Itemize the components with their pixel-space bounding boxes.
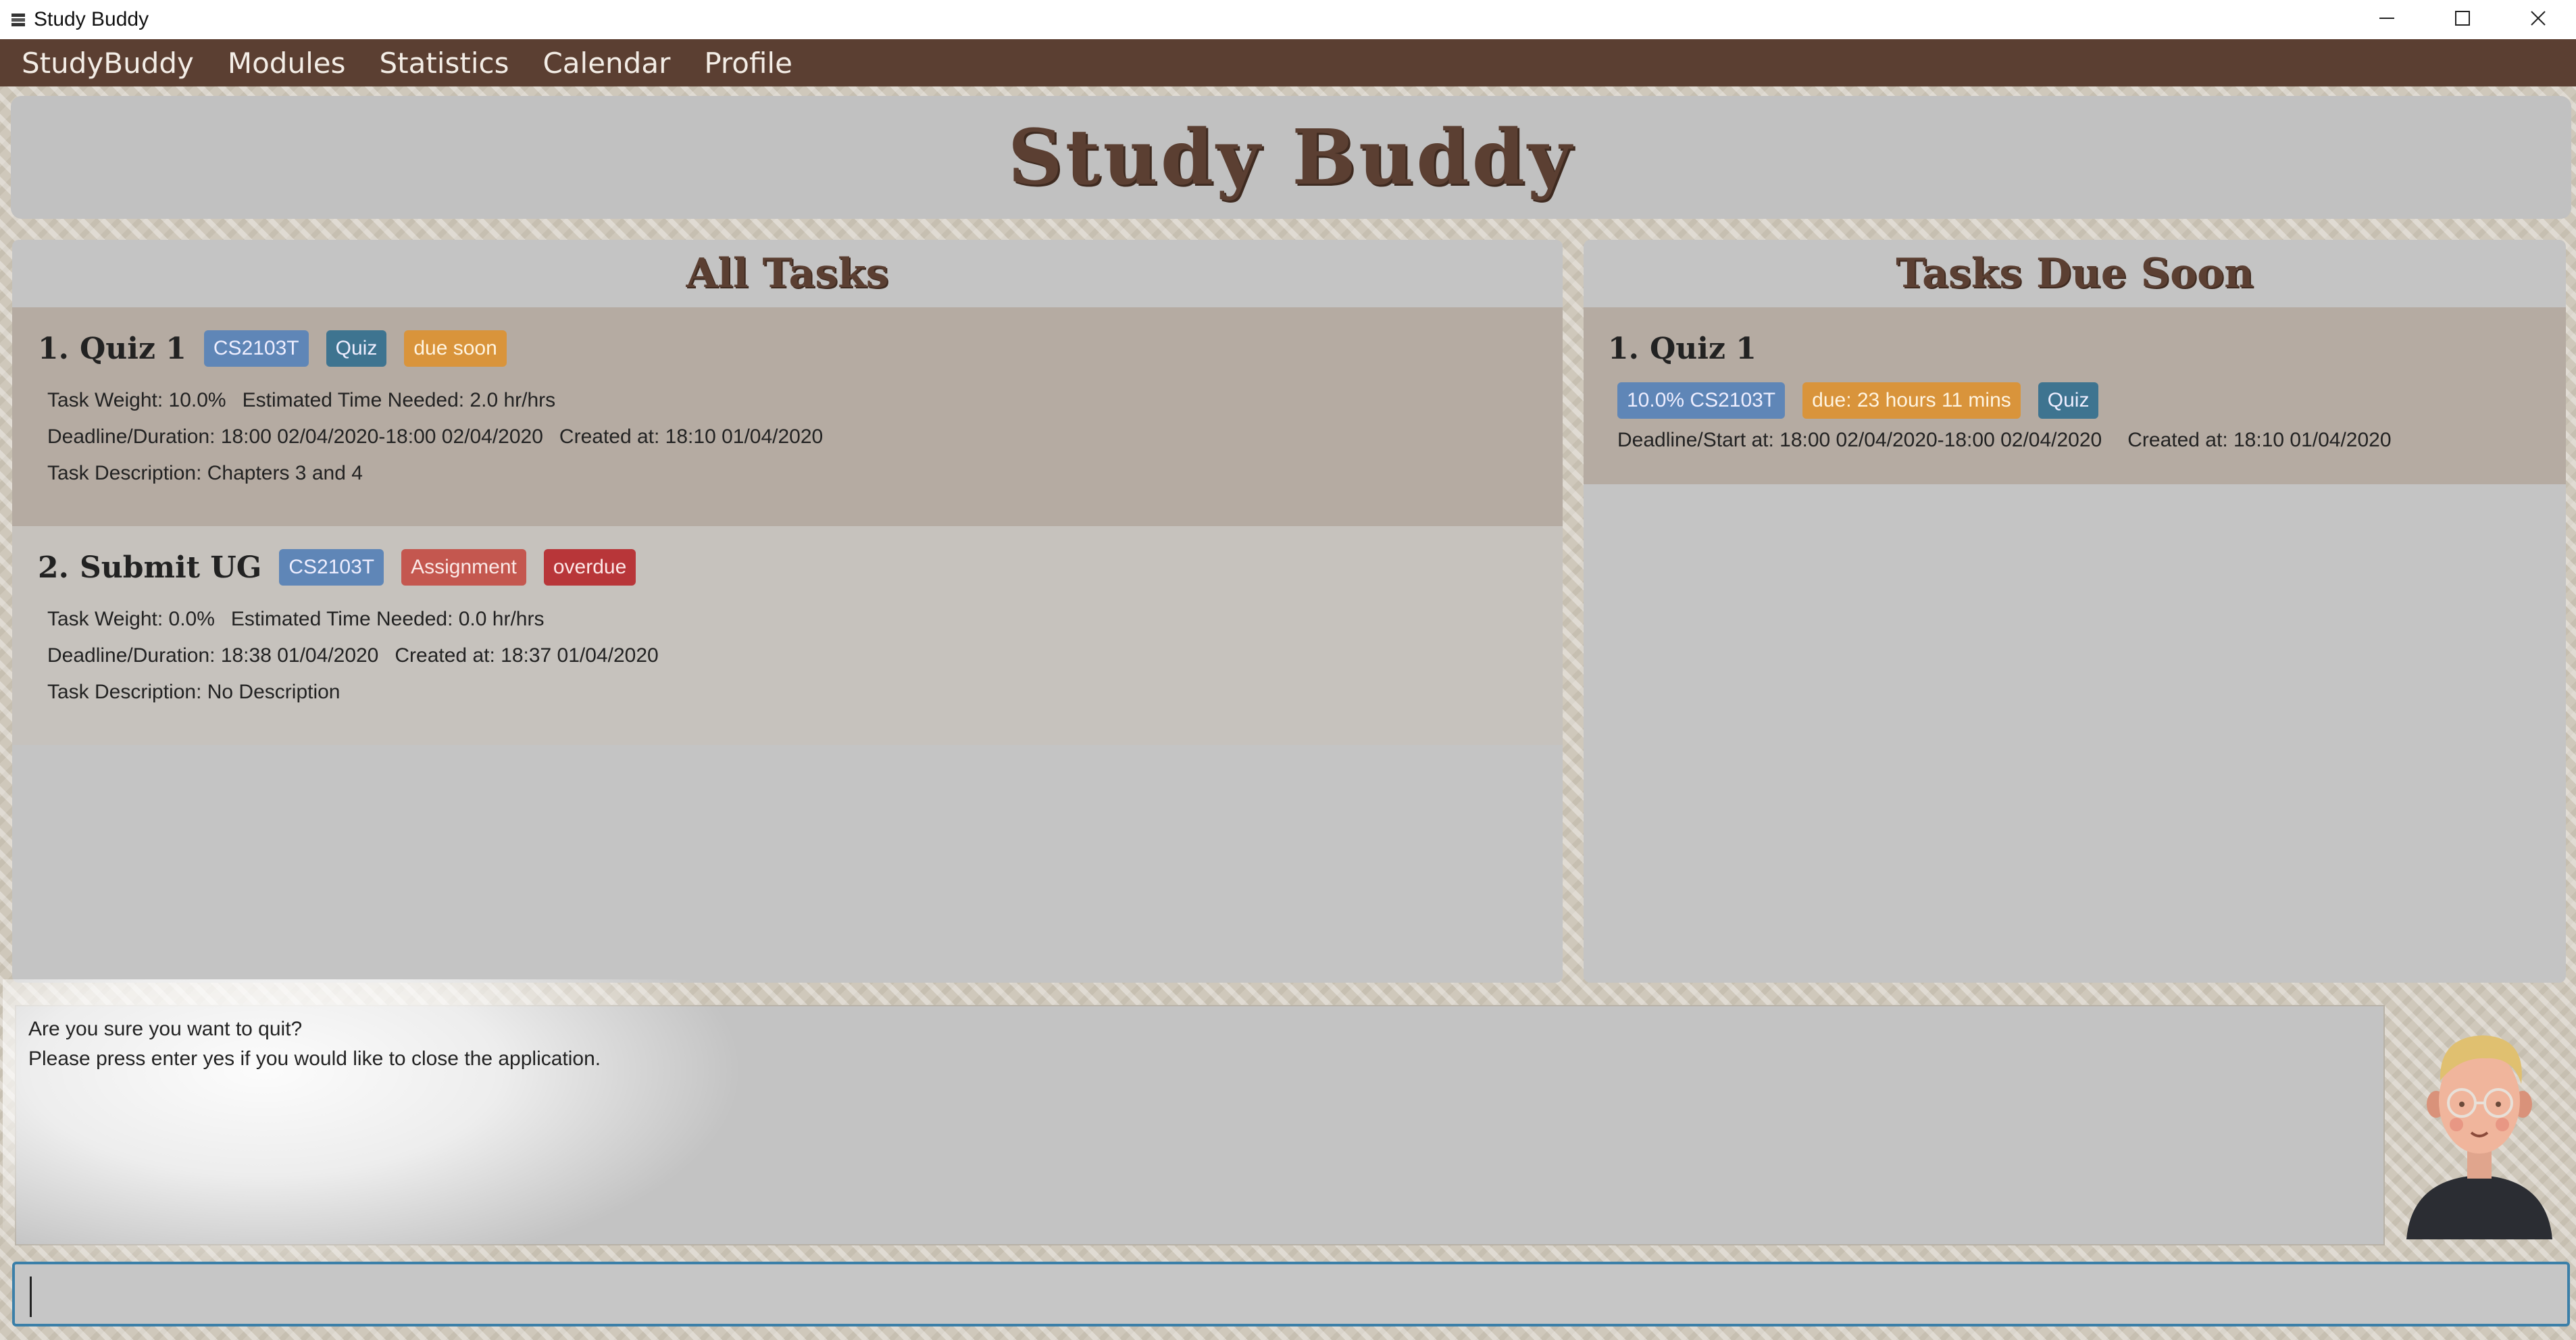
task-card[interactable]: 2. Submit UG CS2103T Assignment overdue … (12, 526, 1563, 745)
all-tasks-panel: All Tasks 1. Quiz 1 CS2103T Quiz due soo… (12, 240, 1563, 983)
text-caret (30, 1277, 32, 1317)
task-deadline-created: Deadline/Duration: 18:00 02/04/2020-18:0… (47, 418, 1563, 456)
module-tag: CS2103T (203, 330, 309, 367)
command-input[interactable] (15, 1264, 2567, 1324)
weight-module-tag: 10.0% CS2103T (1617, 382, 1786, 419)
module-tag: CS2103T (279, 549, 384, 586)
due-soon-card[interactable]: 1. Quiz 1 10.0% CS2103T due: 23 hours 11… (1584, 307, 2566, 484)
maximize-icon (2452, 8, 2473, 32)
due-soon-details: Deadline/Start at: 18:00 02/04/2020-18:0… (1617, 421, 2566, 459)
type-tag: Quiz (2038, 382, 2099, 419)
stack-icon (9, 11, 27, 28)
task-deadline: Deadline/Start at: 18:00 02/04/2020-18:0… (1617, 429, 2102, 451)
task-weight: Task Weight: 10.0% (47, 389, 226, 411)
task-card[interactable]: 1. Quiz 1 CS2103T Quiz due soon Task Wei… (12, 307, 1563, 526)
banner-title: Study Buddy (1007, 113, 1575, 202)
maximize-button[interactable] (2425, 0, 2500, 39)
command-box[interactable] (12, 1262, 2570, 1326)
minimize-button[interactable] (2349, 0, 2425, 39)
task-name: Submit UG (79, 550, 262, 585)
task-weight: Task Weight: 0.0% (47, 608, 215, 630)
task-name: Quiz 1 (79, 331, 186, 366)
task-description: Task Description: Chapters 3 and 4 (47, 462, 363, 484)
result-line-2: Please press enter yes if you would like… (28, 1048, 601, 1070)
task-created: Created at: 18:10 01/04/2020 (2127, 429, 2392, 451)
task-deadline-created: Deadline/Duration: 18:38 01/04/2020 Creat… (47, 637, 1563, 675)
type-tag: Quiz (326, 330, 387, 367)
status-tag-overdue: overdue (543, 549, 636, 586)
menu-bar: StudyBuddy Modules Statistics Calendar P… (0, 39, 2576, 86)
due-countdown-tag: due: 23 hours 11 mins (1802, 382, 2021, 419)
result-display: Are you sure you want to quit? Please pr… (3, 979, 2385, 1283)
due-soon-header: Tasks Due Soon (1896, 250, 2254, 297)
menu-statistics[interactable]: Statistics (378, 44, 510, 82)
window-title: Study Buddy (34, 8, 149, 30)
task-index: 1. (1608, 332, 1639, 366)
minimize-icon (2377, 8, 2397, 32)
app-banner: Study Buddy (11, 96, 2571, 219)
due-soon-panel: Tasks Due Soon 1. Quiz 1 10.0% CS2103T d… (1584, 240, 2566, 983)
task-name: Quiz 1 (1649, 332, 1757, 366)
task-created: Created at: 18:10 01/04/2020 (559, 426, 824, 448)
task-weight-time: Task Weight: 10.0% Estimated Time Needed:… (47, 382, 1563, 419)
menu-profile[interactable]: Profile (703, 44, 794, 82)
all-tasks-header: All Tasks (686, 250, 889, 297)
result-line-1: Are you sure you want to quit? (28, 1018, 303, 1040)
task-deadline: Deadline/Duration: 18:38 01/04/2020 (47, 644, 379, 667)
task-description: Task Description: No Description (47, 681, 340, 703)
task-index: 2. (38, 550, 69, 585)
window-title-bar: Study Buddy (0, 0, 2576, 39)
task-index: 1. (38, 331, 69, 366)
close-icon (2528, 8, 2548, 32)
menu-modules[interactable]: Modules (226, 44, 347, 82)
close-button[interactable] (2500, 0, 2576, 39)
status-tag-due-soon: due soon (404, 330, 507, 367)
avatar-illustration (2392, 1016, 2567, 1239)
type-tag: Assignment (401, 549, 526, 586)
task-time: Estimated Time Needed: 2.0 hr/hrs (242, 389, 556, 411)
menu-studybuddy[interactable]: StudyBuddy (20, 44, 195, 82)
menu-calendar[interactable]: Calendar (541, 44, 672, 82)
task-deadline: Deadline/Duration: 18:00 02/04/2020-18:0… (47, 426, 543, 448)
task-weight-time: Task Weight: 0.0% Estimated Time Needed: … (47, 600, 1563, 638)
task-created: Created at: 18:37 01/04/2020 (395, 644, 659, 667)
task-time: Estimated Time Needed: 0.0 hr/hrs (230, 608, 545, 630)
